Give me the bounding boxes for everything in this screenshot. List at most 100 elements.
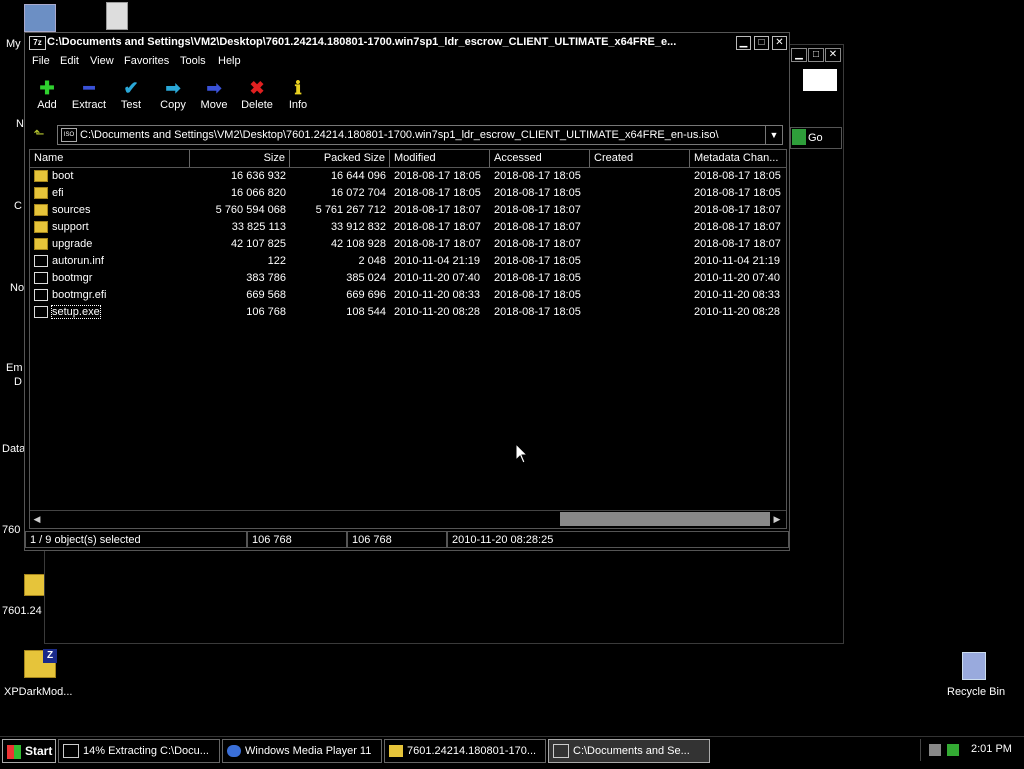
zip-folder-icon[interactable]: Z bbox=[24, 649, 57, 678]
column-packed-size[interactable]: Packed Size bbox=[290, 150, 390, 167]
recycle-bin-icon[interactable] bbox=[962, 652, 986, 680]
cell-metadata-changed: 2018-08-17 18:05 bbox=[694, 170, 781, 182]
cell-accessed: 2018-08-17 18:05 bbox=[494, 272, 581, 284]
cell-name: bootmgr.efi bbox=[30, 287, 190, 304]
table-row[interactable]: autorun.inf 122 2 048 2010-11-04 21:19 2018-… bbox=[30, 253, 786, 270]
address-path[interactable]: C:\Documents and Settings\VM2\Desktop\76… bbox=[80, 129, 719, 141]
menu-file[interactable]: File bbox=[32, 55, 50, 67]
desktop-label[interactable]: 7601.24 bbox=[2, 605, 42, 617]
go-button[interactable]: Go bbox=[790, 127, 842, 149]
menu-edit[interactable]: Edit bbox=[60, 55, 79, 67]
table-row[interactable]: bootmgr.efi 669 568 669 696 2010-11-20 08:3… bbox=[30, 287, 786, 304]
cell-modified: 2018-08-17 18:05 bbox=[394, 187, 481, 199]
minimize-button[interactable]: ▁ bbox=[791, 48, 807, 62]
maximize-button[interactable]: □ bbox=[808, 48, 824, 62]
file-name: upgrade bbox=[52, 238, 93, 250]
network-icon[interactable] bbox=[929, 744, 941, 756]
chevron-down-icon[interactable]: ▼ bbox=[765, 126, 782, 144]
desktop-label[interactable]: D bbox=[14, 376, 22, 388]
column-accessed[interactable]: Accessed bbox=[490, 150, 590, 167]
task-folder[interactable]: 7601.24214.180801-170... bbox=[384, 739, 546, 763]
cell-name: support bbox=[30, 219, 190, 236]
column-size[interactable]: Size bbox=[190, 150, 290, 167]
move-button[interactable]: ➡ Move bbox=[191, 77, 237, 111]
7zip-window[interactable]: 7z C:\Documents and Settings\VM2\Desktop… bbox=[24, 32, 790, 551]
scroll-right-icon[interactable]: ▶ bbox=[770, 512, 784, 526]
extract-button[interactable]: ━ Extract bbox=[66, 77, 112, 111]
cell-packed-size: 33 912 832 bbox=[330, 221, 386, 233]
scrollbar-thumb[interactable] bbox=[560, 512, 770, 526]
folder-up-icon[interactable]: ⬑ bbox=[31, 126, 47, 142]
cell-size: 669 568 bbox=[246, 289, 286, 301]
column-metadata-changed[interactable]: Metadata Chan... bbox=[690, 150, 786, 167]
menu-view[interactable]: View bbox=[90, 55, 114, 67]
info-icon: ℹ bbox=[294, 78, 302, 98]
scroll-left-icon[interactable]: ◀ bbox=[30, 512, 44, 526]
desktop-label[interactable]: N bbox=[16, 118, 24, 130]
test-label: Test bbox=[120, 99, 142, 111]
folder-icon bbox=[34, 238, 48, 250]
delete-button[interactable]: ✖ Delete bbox=[234, 77, 280, 111]
menu-tools[interactable]: Tools bbox=[180, 55, 206, 67]
cell-size: 42 107 825 bbox=[230, 238, 286, 250]
close-button[interactable]: ✕ bbox=[825, 48, 841, 62]
my-computer-icon[interactable] bbox=[24, 4, 56, 32]
notepad-icon[interactable] bbox=[106, 2, 128, 30]
column-created[interactable]: Created bbox=[590, 150, 690, 167]
horizontal-scrollbar[interactable]: ◀ ▶ bbox=[30, 510, 786, 527]
file-name: setup.exe bbox=[51, 305, 101, 319]
table-row[interactable]: efi 16 066 820 16 072 704 2018-08-17 18:05 2… bbox=[30, 185, 786, 202]
cell-modified: 2018-08-17 18:07 bbox=[394, 221, 481, 233]
clock[interactable]: 2:01 PM bbox=[971, 743, 1012, 755]
cell-metadata-changed: 2018-08-17 18:05 bbox=[694, 187, 781, 199]
close-button[interactable]: ✕ bbox=[772, 36, 787, 50]
cell-modified: 2010-11-20 08:33 bbox=[394, 289, 481, 301]
info-button[interactable]: ℹ Info bbox=[275, 77, 321, 111]
column-name[interactable]: Name bbox=[30, 150, 190, 167]
task-media-player[interactable]: Windows Media Player 11 bbox=[222, 739, 382, 763]
minus-icon: ━ bbox=[83, 78, 95, 98]
menu-help[interactable]: Help bbox=[218, 55, 241, 67]
table-row[interactable]: upgrade 42 107 825 42 108 928 2018-08-17 18… bbox=[30, 236, 786, 253]
desktop-label[interactable]: C bbox=[14, 200, 22, 212]
column-modified[interactable]: Modified bbox=[390, 150, 490, 167]
status-size: 106 768 bbox=[247, 531, 347, 548]
table-row[interactable]: boot 16 636 932 16 644 096 2018-08-17 18:05… bbox=[30, 168, 786, 185]
cell-accessed: 2018-08-17 18:05 bbox=[494, 255, 581, 267]
desktop-label[interactable]: My bbox=[6, 38, 21, 50]
delete-label: Delete bbox=[241, 99, 273, 111]
desktop-label[interactable]: Em bbox=[6, 362, 23, 374]
add-button[interactable]: ✚ Add bbox=[24, 77, 70, 111]
cell-packed-size: 385 024 bbox=[346, 272, 386, 284]
cell-packed-size: 669 696 bbox=[346, 289, 386, 301]
address-row: ⬑ ISO C:\Documents and Settings\VM2\Desk… bbox=[25, 124, 789, 146]
table-row[interactable]: setup.exe 106 768 108 544 2010-11-20 08:28 2… bbox=[30, 304, 786, 321]
desktop-label[interactable]: Data bbox=[2, 443, 25, 455]
start-button[interactable]: Start bbox=[2, 739, 56, 763]
minimize-button[interactable]: ▁ bbox=[736, 36, 751, 50]
maximize-button[interactable]: □ bbox=[754, 36, 769, 50]
table-row[interactable]: support 33 825 113 33 912 832 2018-08-17 18… bbox=[30, 219, 786, 236]
task-7zip-window[interactable]: C:\Documents and Se... bbox=[548, 739, 710, 763]
windows-logo-icon bbox=[803, 69, 837, 91]
safely-remove-icon[interactable] bbox=[947, 744, 959, 756]
cell-name: boot bbox=[30, 168, 190, 185]
desktop-label[interactable]: No bbox=[10, 282, 24, 294]
copy-button[interactable]: ➡ Copy bbox=[150, 77, 196, 111]
desktop-label[interactable]: XPDarkMod... bbox=[4, 686, 72, 698]
system-tray: 2:01 PM bbox=[920, 739, 1023, 761]
copy-label: Copy bbox=[160, 99, 186, 111]
file-list[interactable]: Name Size Packed Size Modified Accessed … bbox=[29, 149, 787, 529]
cell-size: 16 636 932 bbox=[230, 170, 286, 182]
cell-size: 383 786 bbox=[246, 272, 286, 284]
menu-favorites[interactable]: Favorites bbox=[124, 55, 169, 67]
table-row[interactable]: sources 5 760 594 068 5 761 267 712 2018-08… bbox=[30, 202, 786, 219]
desktop-label[interactable]: 760 bbox=[2, 524, 20, 536]
task-extracting[interactable]: 14% Extracting C:\Docu... bbox=[58, 739, 220, 763]
table-row[interactable]: bootmgr 383 786 385 024 2010-11-20 07:40 201… bbox=[30, 270, 786, 287]
title-bar[interactable]: 7z C:\Documents and Settings\VM2\Desktop… bbox=[25, 33, 789, 52]
cell-size: 16 066 820 bbox=[230, 187, 286, 199]
desktop-label[interactable]: Recycle Bin bbox=[947, 686, 1005, 698]
address-bar[interactable]: ISO C:\Documents and Settings\VM2\Deskto… bbox=[57, 125, 783, 145]
test-button[interactable]: ✔ Test bbox=[108, 77, 154, 111]
